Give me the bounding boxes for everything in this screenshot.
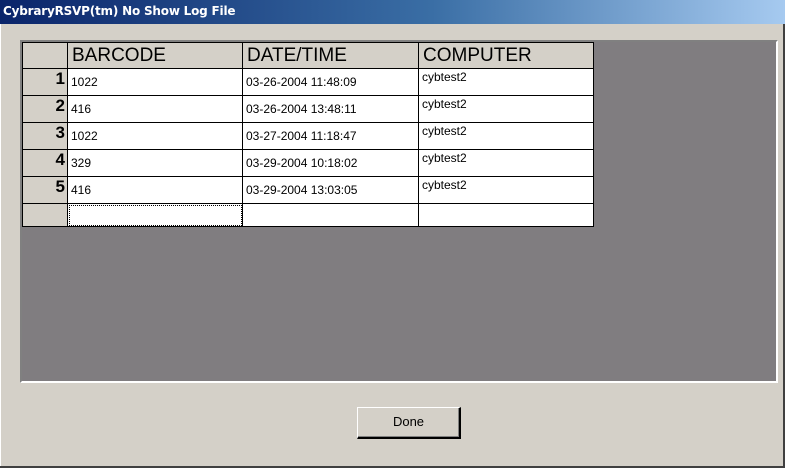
no-show-log-window: CybraryRSVP(tm) No Show Log File BARCODE… — [0, 0, 785, 468]
window-title: CybraryRSVP(tm) No Show Log File — [3, 4, 236, 18]
datetime-cell[interactable]: 03-29-2004 13:03:05 — [242, 176, 419, 204]
row-header[interactable]: 4 — [22, 149, 68, 177]
computer-cell[interactable]: cybtest2 — [418, 176, 594, 204]
table-row: 3 1022 03-27-2004 11:18:47 cybtest2 — [22, 122, 594, 150]
barcode-cell[interactable]: 1022 — [67, 122, 243, 150]
computer-cell[interactable]: cybtest2 — [418, 149, 594, 177]
barcode-cell[interactable]: 329 — [67, 149, 243, 177]
header-row: BARCODE DATE/TIME COMPUTER — [22, 42, 594, 69]
row-header[interactable]: 2 — [22, 95, 68, 123]
column-header-computer[interactable]: COMPUTER — [418, 42, 594, 69]
log-grid[interactable]: BARCODE DATE/TIME COMPUTER 1 1022 03-26-… — [20, 40, 778, 383]
row-header[interactable]: 5 — [22, 176, 68, 204]
barcode-cell[interactable]: 1022 — [67, 68, 243, 96]
log-table: BARCODE DATE/TIME COMPUTER 1 1022 03-26-… — [22, 42, 594, 227]
computer-cell[interactable]: cybtest2 — [418, 68, 594, 96]
table-row: 1 1022 03-26-2004 11:48:09 cybtest2 — [22, 68, 594, 96]
datetime-cell[interactable]: 03-27-2004 11:18:47 — [242, 122, 419, 150]
corner-cell[interactable] — [22, 42, 68, 69]
datetime-cell[interactable]: 03-29-2004 10:18:02 — [242, 149, 419, 177]
table-row: 5 416 03-29-2004 13:03:05 cybtest2 — [22, 176, 594, 204]
computer-cell-new[interactable] — [418, 203, 594, 227]
column-header-barcode[interactable]: BARCODE — [67, 42, 243, 69]
row-header[interactable]: 1 — [22, 68, 68, 96]
datetime-cell[interactable]: 03-26-2004 13:48:11 — [242, 95, 419, 123]
column-header-datetime[interactable]: DATE/TIME — [242, 42, 419, 69]
datetime-cell[interactable]: 03-26-2004 11:48:09 — [242, 68, 419, 96]
table-row: 2 416 03-26-2004 13:48:11 cybtest2 — [22, 95, 594, 123]
row-header[interactable]: 3 — [22, 122, 68, 150]
done-button[interactable]: Done — [357, 407, 461, 439]
computer-cell[interactable]: cybtest2 — [418, 122, 594, 150]
title-bar[interactable]: CybraryRSVP(tm) No Show Log File — [0, 0, 785, 24]
new-entry-row — [22, 203, 594, 227]
computer-cell[interactable]: cybtest2 — [418, 95, 594, 123]
barcode-cell[interactable]: 416 — [67, 95, 243, 123]
barcode-cell[interactable]: 416 — [67, 176, 243, 204]
barcode-cell-new[interactable] — [67, 203, 243, 227]
table-row: 4 329 03-29-2004 10:18:02 cybtest2 — [22, 149, 594, 177]
row-header-new[interactable] — [22, 203, 68, 227]
datetime-cell-new[interactable] — [242, 203, 419, 227]
